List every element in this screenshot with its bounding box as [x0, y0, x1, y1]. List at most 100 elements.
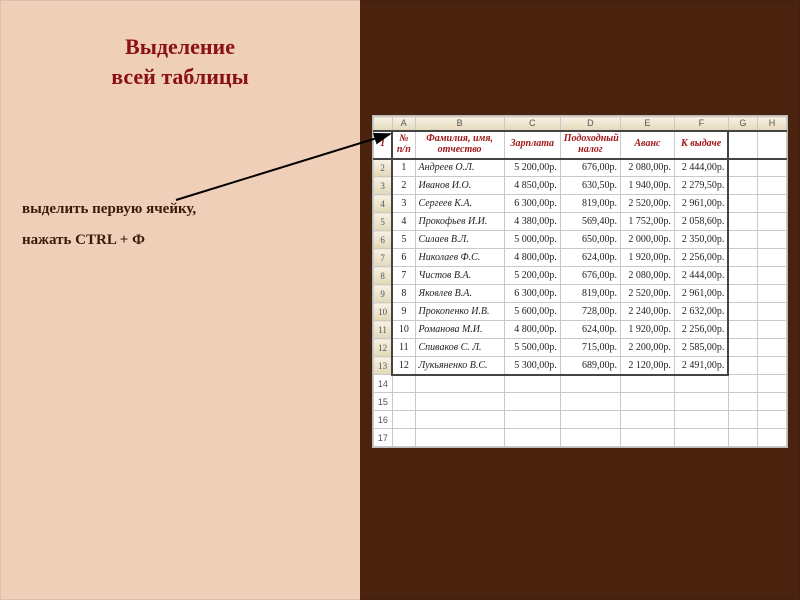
cell[interactable] — [728, 375, 757, 393]
cell-tax[interactable]: 676,00р. — [560, 159, 620, 177]
cell[interactable] — [560, 411, 620, 429]
header-salary[interactable]: Зарплата — [504, 131, 560, 159]
cell[interactable] — [674, 429, 728, 447]
col-header-G[interactable]: G — [728, 117, 757, 131]
cell[interactable] — [415, 375, 504, 393]
cell[interactable] — [674, 375, 728, 393]
header-payout[interactable]: К выдаче — [674, 131, 728, 159]
cell-name[interactable]: Силаев В.Л. — [415, 231, 504, 249]
cell[interactable] — [757, 267, 786, 285]
cell[interactable] — [415, 429, 504, 447]
row-number[interactable]: 12 — [374, 339, 393, 357]
cell-advance[interactable]: 1 940,00р. — [620, 177, 674, 195]
cell[interactable] — [674, 411, 728, 429]
cell-advance[interactable]: 2 240,00р. — [620, 303, 674, 321]
cell-payout[interactable]: 2 444,00р. — [674, 159, 728, 177]
cell-salary[interactable]: 4 800,00р. — [504, 249, 560, 267]
cell-num[interactable]: 10 — [392, 321, 415, 339]
row-number[interactable]: 7 — [374, 249, 393, 267]
row-number[interactable]: 16 — [374, 411, 393, 429]
cell-payout[interactable]: 2 961,00р. — [674, 195, 728, 213]
cell-num[interactable]: 1 — [392, 159, 415, 177]
row-number[interactable]: 6 — [374, 231, 393, 249]
cell-advance[interactable]: 1 752,00р. — [620, 213, 674, 231]
cell-num[interactable]: 6 — [392, 249, 415, 267]
cell-tax[interactable]: 650,00р. — [560, 231, 620, 249]
cell[interactable] — [728, 303, 757, 321]
cell[interactable] — [392, 429, 415, 447]
cell-name[interactable]: Лукьяненко В.С. — [415, 357, 504, 375]
cell-salary[interactable]: 4 850,00р. — [504, 177, 560, 195]
cell[interactable] — [757, 393, 786, 411]
cell-tax[interactable]: 624,00р. — [560, 321, 620, 339]
cell-tax[interactable]: 728,00р. — [560, 303, 620, 321]
cell-salary[interactable]: 4 380,00р. — [504, 213, 560, 231]
cell[interactable] — [757, 131, 786, 159]
cell[interactable] — [392, 393, 415, 411]
cell-name[interactable]: Сергеев К.А. — [415, 195, 504, 213]
row-number[interactable]: 13 — [374, 357, 393, 375]
cell-num[interactable]: 7 — [392, 267, 415, 285]
cell[interactable] — [757, 159, 786, 177]
select-all-corner[interactable] — [374, 117, 393, 131]
cell-name[interactable]: Иванов И.О. — [415, 177, 504, 195]
cell[interactable] — [757, 321, 786, 339]
cell[interactable] — [757, 303, 786, 321]
cell[interactable] — [728, 159, 757, 177]
header-advance[interactable]: Аванс — [620, 131, 674, 159]
cell-name[interactable]: Николаев Ф.С. — [415, 249, 504, 267]
cell[interactable] — [415, 411, 504, 429]
cell[interactable] — [757, 231, 786, 249]
cell[interactable] — [757, 339, 786, 357]
cell[interactable] — [392, 375, 415, 393]
row-number[interactable]: 11 — [374, 321, 393, 339]
cell-payout[interactable]: 2 279,50р. — [674, 177, 728, 195]
cell-payout[interactable]: 2 256,00р. — [674, 321, 728, 339]
cell[interactable] — [504, 375, 560, 393]
row-number[interactable]: 14 — [374, 375, 393, 393]
cell-num[interactable]: 11 — [392, 339, 415, 357]
cell-advance[interactable]: 2 120,00р. — [620, 357, 674, 375]
cell-advance[interactable]: 2 520,00р. — [620, 195, 674, 213]
cell[interactable] — [504, 393, 560, 411]
cell-payout[interactable]: 2 961,00р. — [674, 285, 728, 303]
cell[interactable] — [728, 357, 757, 375]
cell[interactable] — [560, 375, 620, 393]
cell-salary[interactable]: 5 500,00р. — [504, 339, 560, 357]
cell[interactable] — [392, 411, 415, 429]
cell-name[interactable]: Чистов В.А. — [415, 267, 504, 285]
row-number[interactable]: 15 — [374, 393, 393, 411]
cell-name[interactable]: Андреев О.Л. — [415, 159, 504, 177]
cell-salary[interactable]: 4 800,00р. — [504, 321, 560, 339]
cell[interactable] — [757, 285, 786, 303]
cell-payout[interactable]: 2 256,00р. — [674, 249, 728, 267]
cell-tax[interactable]: 676,00р. — [560, 267, 620, 285]
cell[interactable] — [728, 231, 757, 249]
cell-tax[interactable]: 715,00р. — [560, 339, 620, 357]
cell-salary[interactable]: 5 200,00р. — [504, 267, 560, 285]
cell[interactable] — [415, 393, 504, 411]
cell-name[interactable]: Прокопенко И.В. — [415, 303, 504, 321]
cell[interactable] — [728, 249, 757, 267]
cell-advance[interactable]: 2 080,00р. — [620, 267, 674, 285]
cell[interactable] — [757, 249, 786, 267]
cell[interactable] — [504, 411, 560, 429]
row-number[interactable]: 3 — [374, 177, 393, 195]
row-number[interactable]: 1 — [374, 131, 393, 159]
cell-advance[interactable]: 2 200,00р. — [620, 339, 674, 357]
cell-num[interactable]: 5 — [392, 231, 415, 249]
cell[interactable] — [757, 357, 786, 375]
col-header-C[interactable]: C — [504, 117, 560, 131]
cell-num[interactable]: 4 — [392, 213, 415, 231]
cell[interactable] — [620, 393, 674, 411]
header-num[interactable]: № п/п — [392, 131, 415, 159]
cell[interactable] — [728, 195, 757, 213]
row-number[interactable]: 10 — [374, 303, 393, 321]
cell[interactable] — [728, 213, 757, 231]
cell-payout[interactable]: 2 058,60р. — [674, 213, 728, 231]
cell[interactable] — [728, 267, 757, 285]
col-header-H[interactable]: H — [757, 117, 786, 131]
col-header-A[interactable]: A — [392, 117, 415, 131]
cell[interactable] — [728, 131, 757, 159]
cell-salary[interactable]: 6 300,00р. — [504, 195, 560, 213]
